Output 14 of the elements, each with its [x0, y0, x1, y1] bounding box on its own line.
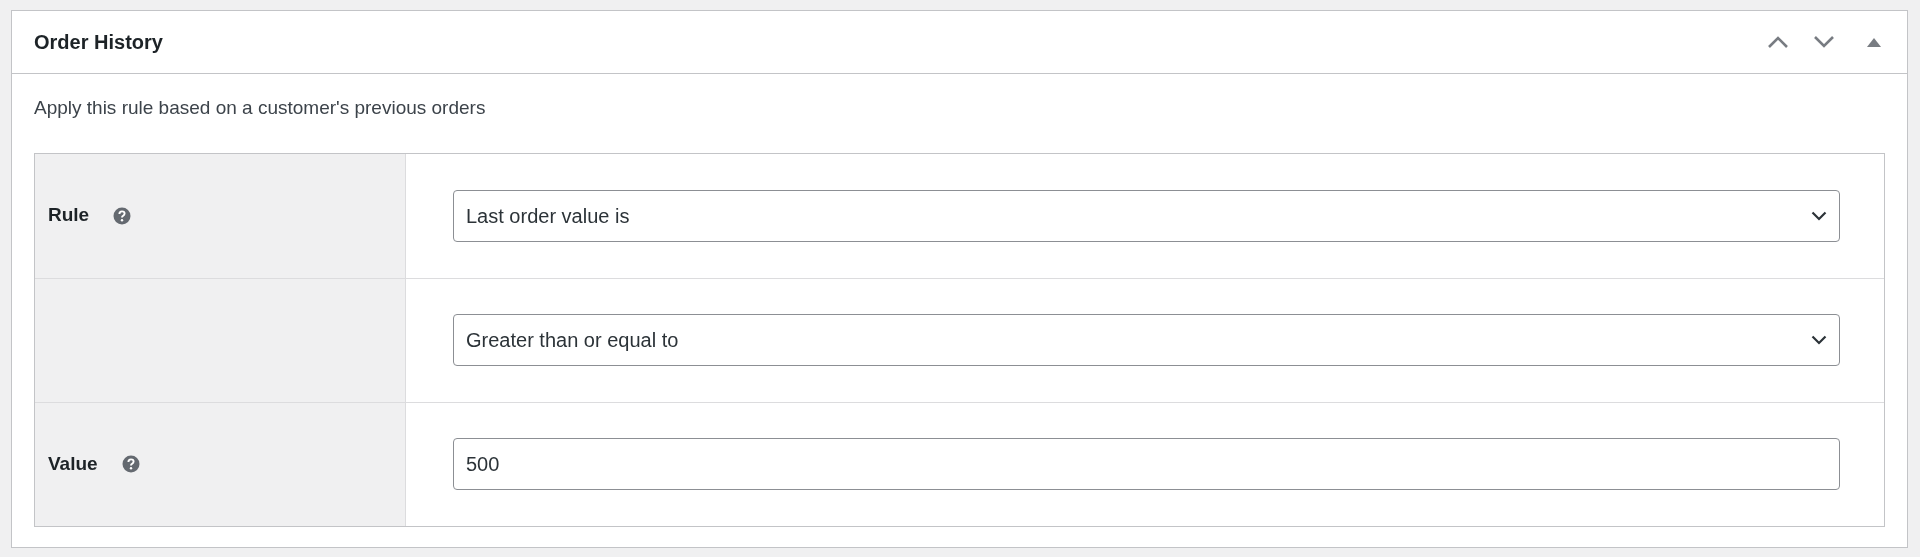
chevron-down-icon — [1811, 335, 1827, 345]
chevron-down-icon — [1811, 210, 1827, 221]
chevron-up-icon — [1767, 35, 1789, 49]
value-field[interactable]: 500 — [453, 438, 1840, 490]
panel-title: Order History — [34, 30, 163, 54]
chevron-down-icon — [1813, 35, 1835, 49]
field-label: Value — [48, 451, 98, 476]
panel-description: Apply this rule based on a customer's previous orders — [34, 96, 487, 120]
help-icon[interactable] — [121, 455, 140, 473]
help-icon[interactable] — [113, 206, 132, 225]
triangle-up-icon — [1867, 37, 1881, 47]
dropdown[interactable]: Last order value is — [453, 189, 1840, 242]
field-label: Rule — [48, 203, 90, 228]
dropdown[interactable]: Greater than or equal to — [453, 314, 1840, 366]
